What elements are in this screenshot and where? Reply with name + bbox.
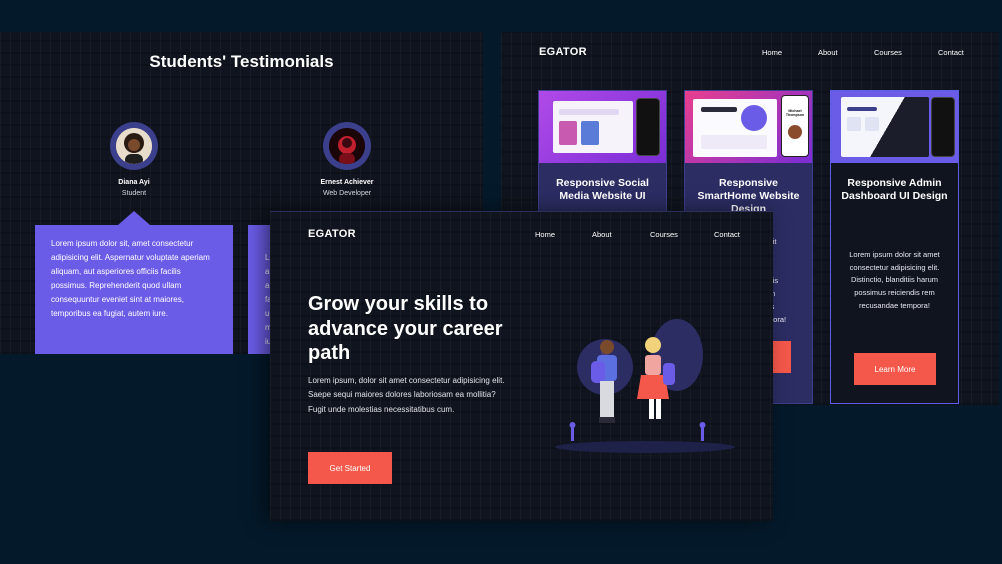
nav-about[interactable]: About: [818, 48, 838, 57]
course-title: Responsive Admin Dashboard UI Design: [841, 177, 948, 202]
logo[interactable]: EGATOR: [539, 46, 587, 58]
course-description: sit c t itis m is pora!: [769, 237, 787, 324]
quote-pointer: [118, 211, 150, 225]
course-thumbnail: [539, 91, 666, 163]
person-photo-icon: [116, 128, 152, 164]
course-thumbnail: [831, 91, 958, 163]
course-card-admin-dashboard: Responsive Admin Dashboard UI Design Lor…: [830, 90, 959, 404]
hero-heading: Grow your skills to advance your career …: [308, 293, 503, 364]
testimonial-quote: Lorem ipsum dolor sit, amet consectetur …: [51, 239, 210, 318]
get-started-button[interactable]: Get Started: [308, 452, 392, 484]
nav-about[interactable]: About: [592, 230, 612, 239]
person-role: Student: [121, 190, 147, 197]
person-name: Diana Ayi: [118, 179, 150, 186]
nav-home[interactable]: Home: [535, 230, 555, 239]
person-name: Ernest Achiever: [320, 179, 374, 186]
logo[interactable]: EGATOR: [308, 228, 356, 240]
course-description: Lorem ipsum dolor sit amet consectetur a…: [849, 250, 940, 310]
nav-contact[interactable]: Contact: [938, 48, 964, 57]
testimonial-quote-card: Lorem ipsum dolor sit, amet consectetur …: [35, 225, 233, 354]
avatar-diana: [110, 122, 158, 170]
students-illustration: [555, 319, 735, 453]
learn-more-button[interactable]: Learn More: [854, 353, 936, 385]
person-role: Web Developer: [322, 190, 372, 197]
course-card-body: Responsive Admin Dashboard UI Design Lor…: [831, 163, 958, 403]
hero-text: Lorem ipsum, dolor sit amet consectetur …: [308, 376, 505, 414]
course-title: Responsive Social Media Website UI: [556, 177, 649, 202]
nav-courses[interactable]: Courses: [874, 48, 902, 57]
person-photo-icon: [329, 128, 365, 164]
testimonials-title: Students' Testimonials: [149, 52, 334, 71]
mock-name-label: Michael Thompson: [785, 109, 805, 117]
nav-contact[interactable]: Contact: [714, 230, 740, 239]
hero-section: EGATOR Home About Courses Contact Grow y…: [270, 211, 773, 521]
nav-home[interactable]: Home: [762, 48, 782, 57]
avatar-ernest: [323, 122, 371, 170]
course-thumbnail: Michael Thompson: [685, 91, 812, 163]
nav-courses[interactable]: Courses: [650, 230, 678, 239]
